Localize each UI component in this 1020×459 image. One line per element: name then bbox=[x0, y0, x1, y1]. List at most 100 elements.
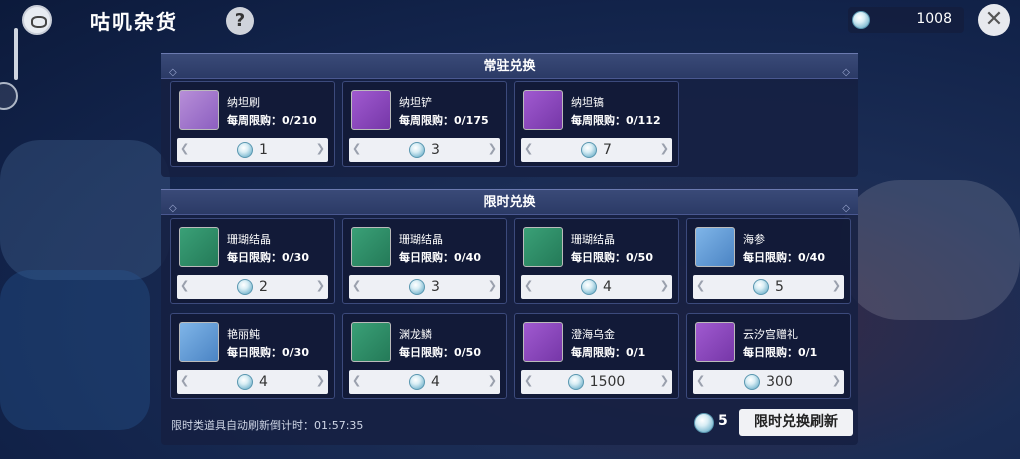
shop-item-card[interactable]: 海参 每日限购：0/40 5 bbox=[686, 218, 851, 304]
item-name: 纳坦刷 bbox=[227, 96, 260, 109]
price-button[interactable]: 5 bbox=[693, 275, 844, 299]
permanent-exchange-panel: ◇ 常驻兑换 ◇ 纳坦刷 每周限购：0/210 1 纳坦铲 每周限购：0/175… bbox=[161, 53, 858, 177]
panel-title: 常驻兑换 bbox=[483, 59, 536, 74]
currency-value: 1008 bbox=[916, 11, 952, 27]
price-value: 4 bbox=[431, 374, 440, 390]
pufferfish-icon bbox=[179, 322, 219, 362]
price-value: 3 bbox=[431, 279, 440, 295]
side-toggle-button[interactable] bbox=[0, 82, 18, 110]
currency-display: 1008 bbox=[848, 7, 964, 33]
price-value: 300 bbox=[766, 374, 793, 390]
coin-icon bbox=[237, 142, 254, 158]
price-button[interactable]: 300 bbox=[693, 370, 844, 394]
coral-crystal-icon bbox=[523, 227, 563, 267]
item-name: 珊瑚结晶 bbox=[399, 233, 443, 246]
shop-item-card[interactable]: 艳丽鲀 每日限购：0/30 4 bbox=[170, 313, 335, 399]
coin-icon bbox=[409, 279, 426, 295]
item-limit: 每日限购：0/50 bbox=[571, 251, 653, 264]
shop-item-card[interactable]: 纳坦刷 每周限购：0/210 1 bbox=[170, 81, 335, 167]
shop-item-card[interactable]: 云汐宫赠礼 每日限购：0/1 300 bbox=[686, 313, 851, 399]
shop-item-card[interactable]: 珊瑚结晶 每日限购：0/30 2 bbox=[170, 218, 335, 304]
price-value: 5 bbox=[775, 279, 784, 295]
coin-icon bbox=[753, 279, 770, 295]
panel-header: ◇ 常驻兑换 ◇ bbox=[161, 53, 858, 79]
coin-icon bbox=[409, 142, 426, 158]
coral-crystal-icon bbox=[351, 227, 391, 267]
item-limit: 每周限购：0/1 bbox=[571, 346, 646, 359]
price-button[interactable]: 4 bbox=[521, 275, 672, 299]
item-name: 纳坦镐 bbox=[571, 96, 604, 109]
item-name: 海参 bbox=[743, 233, 765, 246]
price-value: 7 bbox=[603, 142, 612, 158]
item-limit: 每周限购：0/112 bbox=[571, 114, 661, 127]
refresh-countdown: 限时类道具自动刷新倒计时：01:57:35 bbox=[171, 419, 364, 432]
price-value: 1500 bbox=[589, 374, 626, 390]
dark-gold-icon bbox=[523, 322, 563, 362]
limited-refresh-button[interactable]: 限时兑换刷新 bbox=[739, 409, 853, 436]
coin-icon bbox=[567, 374, 584, 390]
ornament-icon: ◇ bbox=[842, 67, 850, 78]
price-button[interactable]: 3 bbox=[349, 138, 500, 162]
coin-icon bbox=[852, 11, 870, 29]
coin-icon bbox=[581, 142, 598, 158]
price-button[interactable]: 1 bbox=[177, 138, 328, 162]
item-limit: 每日限购：0/50 bbox=[399, 346, 481, 359]
item-name: 纳坦铲 bbox=[399, 96, 432, 109]
top-bar: 咕叽杂货 ? 1008 ✕ bbox=[0, 0, 1020, 40]
shop-item-card[interactable]: 纳坦镐 每周限购：0/112 7 bbox=[514, 81, 679, 167]
item-limit: 每周限购：0/210 bbox=[227, 114, 317, 127]
item-name: 澄海乌金 bbox=[571, 328, 615, 341]
shop-item-card[interactable]: 珊瑚结晶 每日限购：0/40 3 bbox=[342, 218, 507, 304]
page-title: 咕叽杂货 bbox=[90, 10, 178, 34]
item-name: 云汐宫赠礼 bbox=[743, 328, 798, 341]
coin-icon bbox=[744, 374, 761, 390]
coin-icon-wrapper bbox=[694, 412, 714, 433]
coin-icon bbox=[409, 374, 426, 390]
shop-item-card[interactable]: 渊龙鳞 每日限购：0/50 4 bbox=[342, 313, 507, 399]
price-button[interactable]: 4 bbox=[177, 370, 328, 394]
item-limit: 每周限购：0/175 bbox=[399, 114, 489, 127]
panel-header: ◇ 限时兑换 ◇ bbox=[161, 189, 858, 215]
coin-icon bbox=[237, 279, 254, 295]
shop-item-card[interactable]: 珊瑚结晶 每日限购：0/50 4 bbox=[514, 218, 679, 304]
background-shape bbox=[0, 140, 170, 280]
price-button[interactable]: 1500 bbox=[521, 370, 672, 394]
limited-exchange-panel: ◇ 限时兑换 ◇ 珊瑚结晶 每日限购：0/30 2 珊瑚结晶 每日限购：0/40… bbox=[161, 189, 858, 445]
coin-icon bbox=[237, 374, 254, 390]
price-value: 4 bbox=[259, 374, 268, 390]
item-limit: 每日限购：0/40 bbox=[743, 251, 825, 264]
shop-item-card[interactable]: 纳坦铲 每周限购：0/175 3 bbox=[342, 81, 507, 167]
price-button[interactable]: 7 bbox=[521, 138, 672, 162]
item-name: 珊瑚结晶 bbox=[227, 233, 271, 246]
background-shape bbox=[840, 180, 1020, 320]
brush-icon bbox=[179, 90, 219, 130]
panel-title: 限时兑换 bbox=[483, 195, 536, 210]
price-value: 3 bbox=[431, 142, 440, 158]
price-button[interactable]: 2 bbox=[177, 275, 328, 299]
close-button[interactable]: ✕ bbox=[978, 4, 1010, 36]
price-value: 1 bbox=[259, 142, 268, 158]
shop-logo-icon bbox=[22, 5, 52, 35]
shop-item-card[interactable]: 澄海乌金 每周限购：0/1 1500 bbox=[514, 313, 679, 399]
coral-crystal-icon bbox=[179, 227, 219, 267]
item-limit: 每日限购：0/1 bbox=[743, 346, 818, 359]
coin-icon bbox=[581, 279, 598, 295]
pickaxe-icon bbox=[523, 90, 563, 130]
item-name: 渊龙鳞 bbox=[399, 328, 432, 341]
dragon-scale-icon bbox=[351, 322, 391, 362]
price-value: 4 bbox=[603, 279, 612, 295]
shell-gift-icon bbox=[695, 322, 735, 362]
item-limit: 每日限购：0/30 bbox=[227, 346, 309, 359]
price-button[interactable]: 3 bbox=[349, 275, 500, 299]
item-name: 珊瑚结晶 bbox=[571, 233, 615, 246]
sea-cucumber-icon bbox=[695, 227, 735, 267]
item-name: 艳丽鲀 bbox=[227, 328, 260, 341]
price-button[interactable]: 4 bbox=[349, 370, 500, 394]
refresh-cost: 5 bbox=[718, 413, 728, 429]
coin-icon bbox=[694, 412, 714, 433]
shovel-icon bbox=[351, 90, 391, 130]
help-button[interactable]: ? bbox=[226, 7, 254, 35]
background-shape bbox=[0, 270, 150, 430]
item-limit: 每日限购：0/40 bbox=[399, 251, 481, 264]
item-limit: 每日限购：0/30 bbox=[227, 251, 309, 264]
